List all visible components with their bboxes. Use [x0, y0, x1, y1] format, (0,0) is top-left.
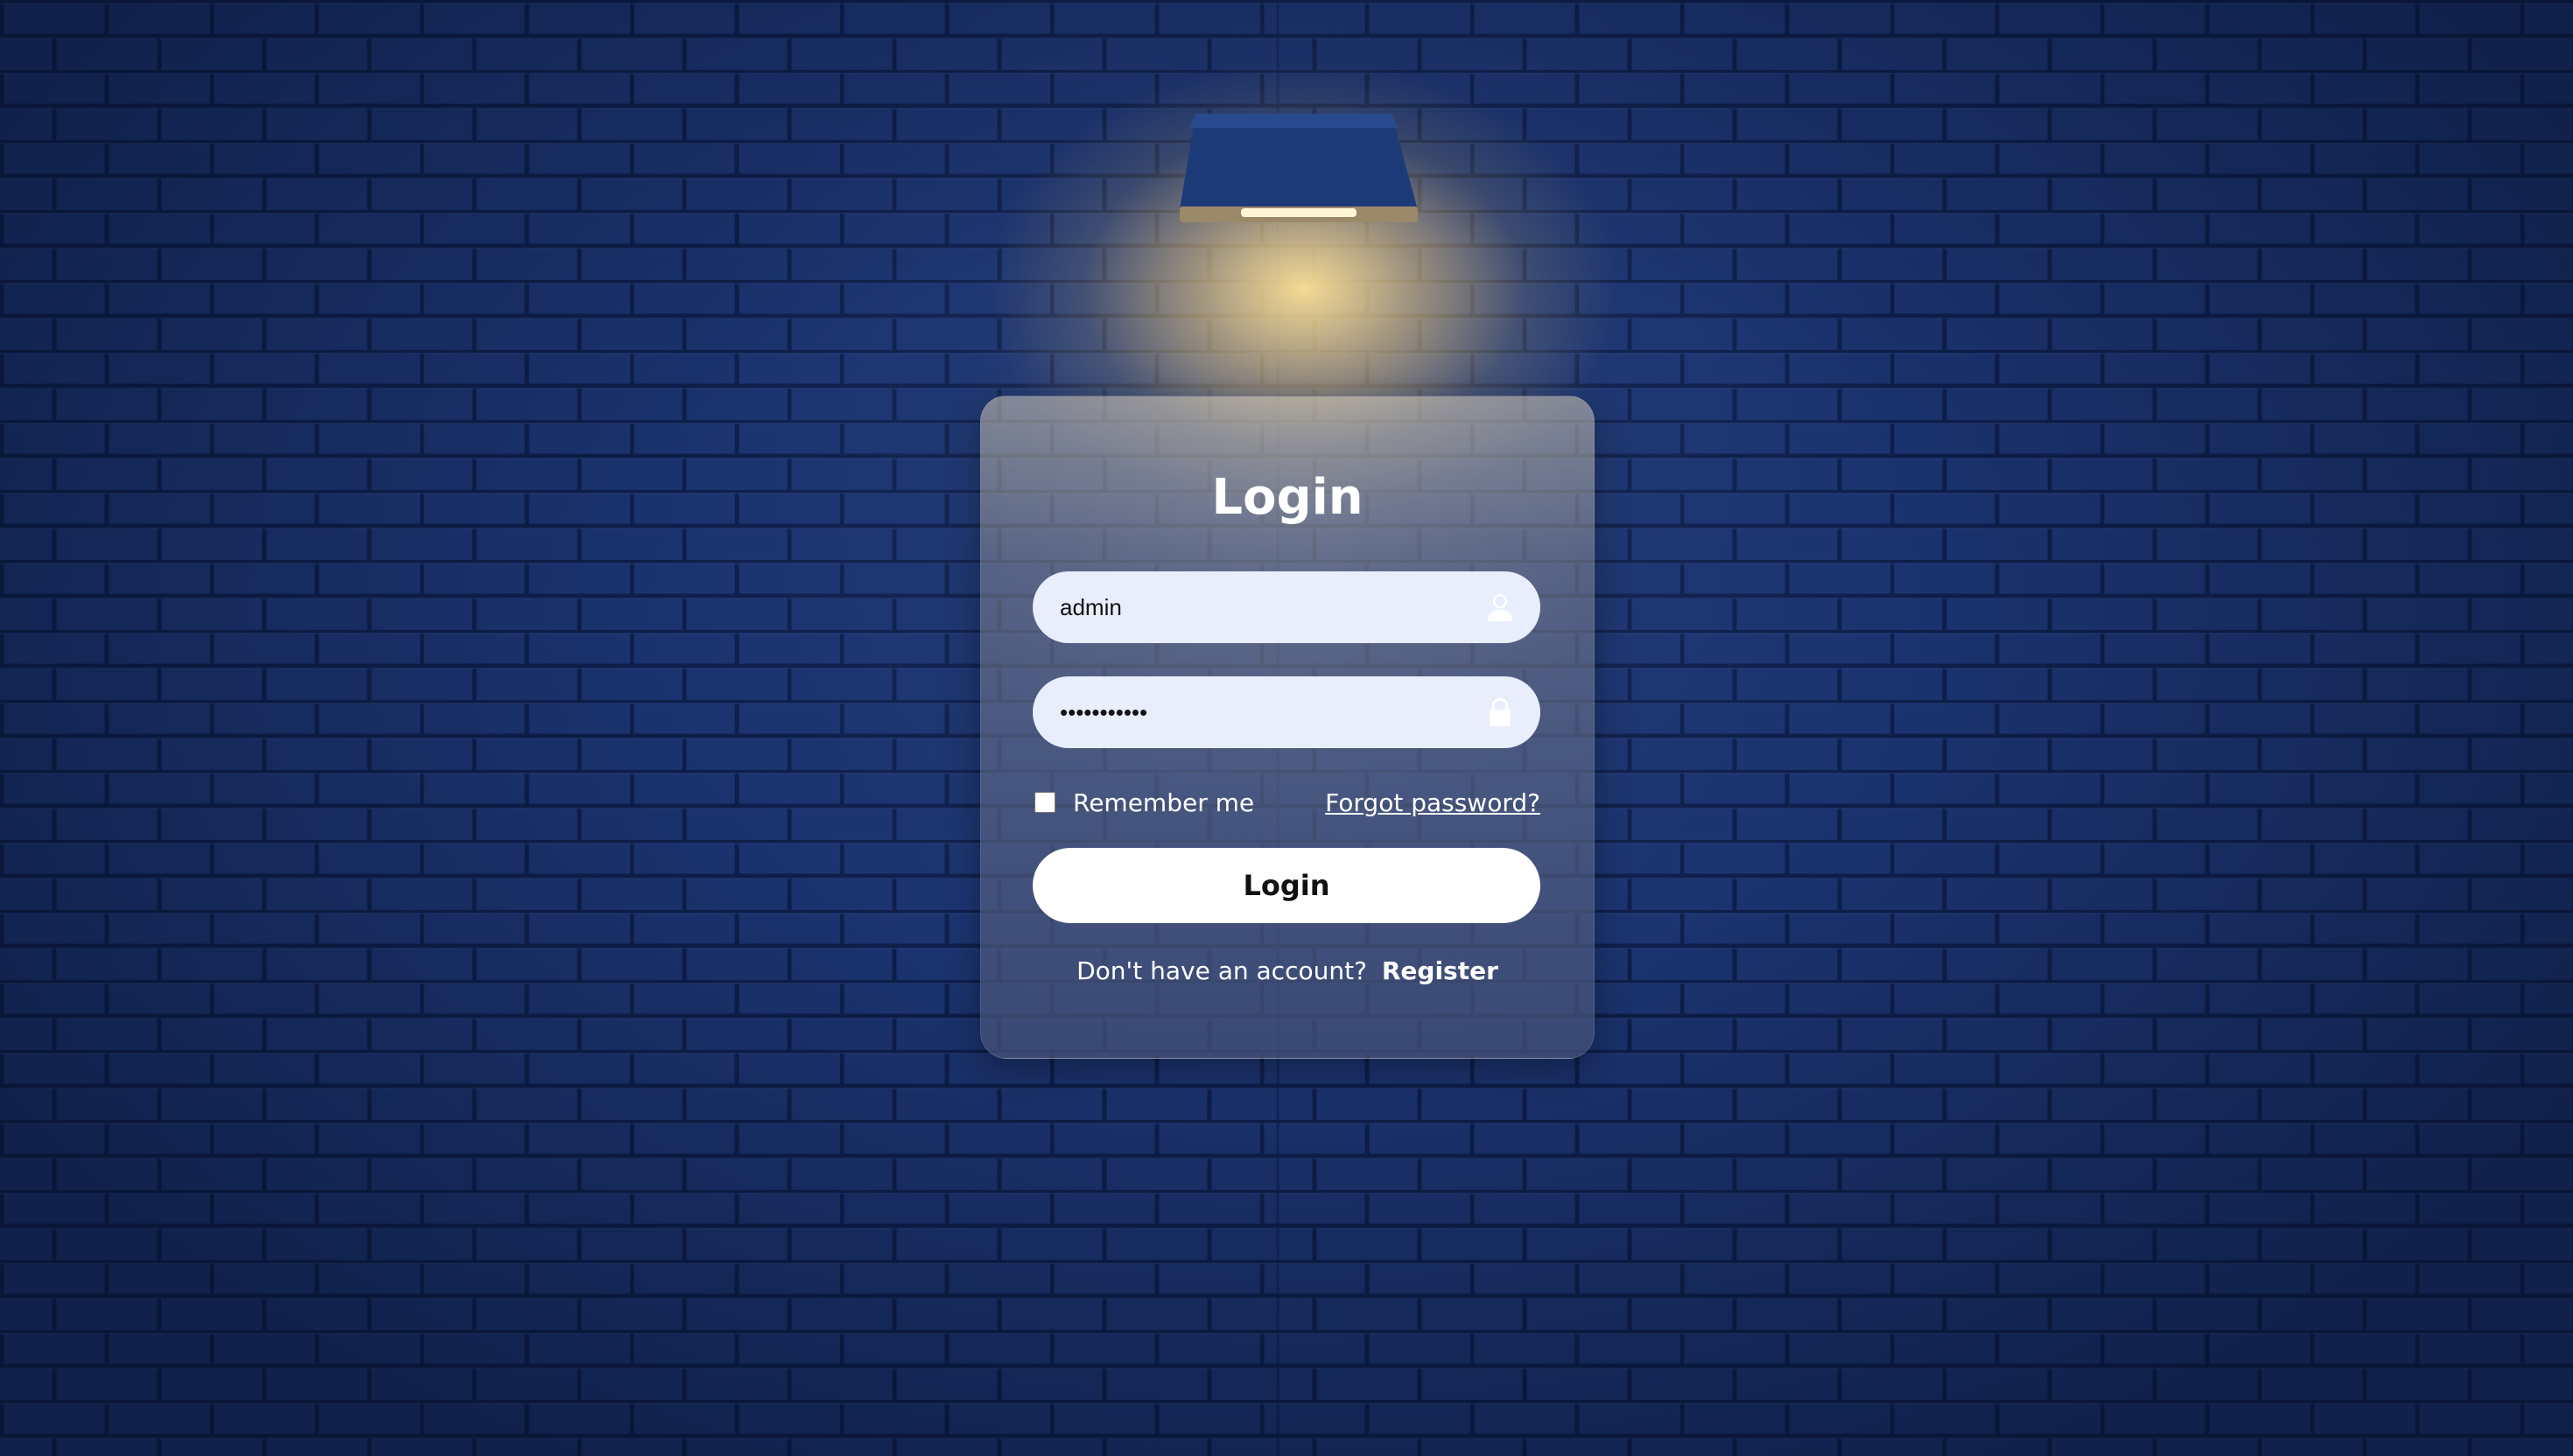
login-card: Login Remember me Forgot password? Login… — [980, 396, 1595, 1059]
username-input[interactable] — [1033, 571, 1540, 643]
register-link[interactable]: Register — [1382, 956, 1498, 985]
user-icon — [1488, 593, 1512, 621]
remember-me[interactable]: Remember me — [1033, 785, 1254, 820]
forgot-password-link[interactable]: Forgot password? — [1325, 788, 1540, 817]
login-button[interactable]: Login — [1033, 848, 1540, 923]
lock-icon — [1490, 697, 1511, 726]
login-title: Login — [1211, 469, 1364, 526]
password-input[interactable] — [1033, 676, 1540, 748]
wall-lamp-icon — [1180, 114, 1418, 222]
remember-me-checkbox[interactable] — [1034, 792, 1055, 813]
remember-me-label: Remember me — [1073, 788, 1255, 817]
register-prompt: Don't have an account? Register — [981, 956, 1594, 985]
register-prompt-text: Don't have an account? — [1076, 956, 1367, 985]
form-options-row: Remember me Forgot password? — [1033, 780, 1540, 823]
password-field-wrapper — [1033, 676, 1540, 748]
username-field-wrapper — [1033, 571, 1540, 643]
